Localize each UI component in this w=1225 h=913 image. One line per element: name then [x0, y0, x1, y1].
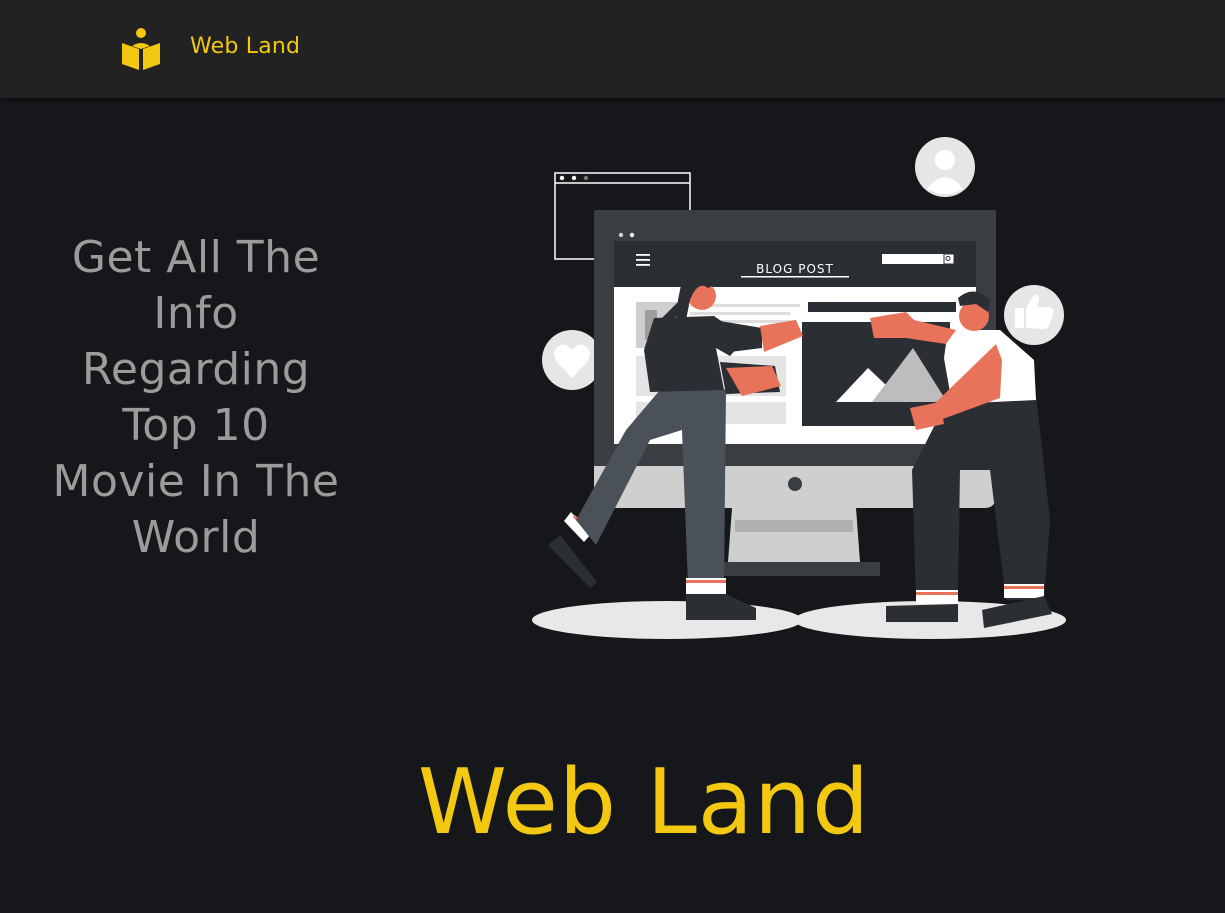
- brand-name: Web Land: [190, 34, 301, 59]
- illustration-caption: BLOG POST: [756, 262, 834, 276]
- ground-shadow-left: [532, 601, 802, 639]
- footer-title: Web Land: [417, 750, 871, 855]
- search-icon: [882, 253, 955, 265]
- heart-icon: [542, 330, 602, 390]
- hero-headline: Get All The Info Regarding Top 10 Movie …: [52, 232, 340, 563]
- book-reader-icon: [122, 28, 160, 70]
- brand-link[interactable]: Web Land: [121, 27, 300, 71]
- navbar: Web Land: [0, 0, 1225, 98]
- menu-icon: [636, 254, 650, 266]
- blog-post-illustration: BLOG POST: [532, 137, 1066, 639]
- user-avatar-icon: [915, 137, 975, 197]
- thumbs-up-icon: [1004, 285, 1064, 345]
